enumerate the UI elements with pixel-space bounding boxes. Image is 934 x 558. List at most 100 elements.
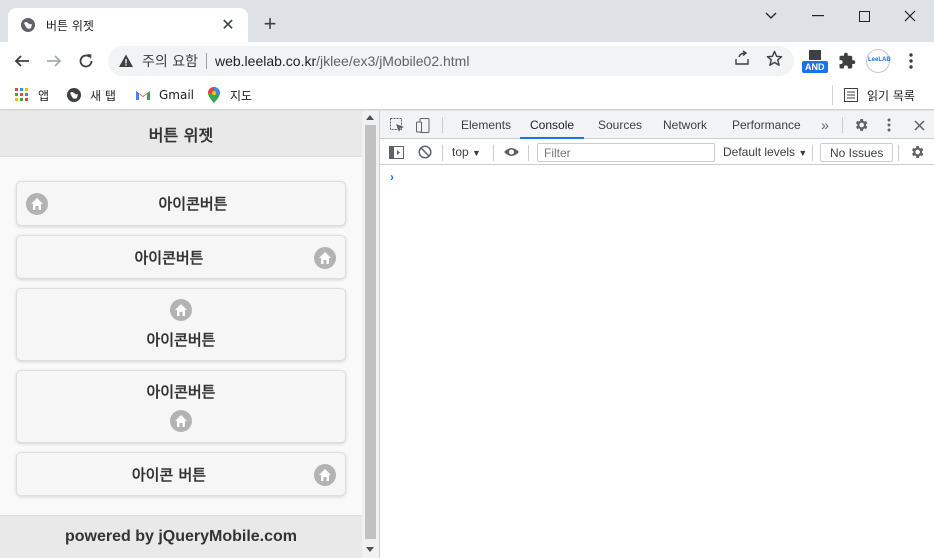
console-filter-input[interactable]	[537, 143, 715, 162]
gear-icon	[911, 146, 924, 158]
forward-button[interactable]	[43, 50, 65, 72]
minimize-button[interactable]	[795, 0, 841, 32]
toolbar-separator	[493, 145, 494, 161]
button-label: 아이콘버튼	[146, 383, 216, 401]
new-tab-button[interactable]: +	[258, 13, 282, 37]
device-icon	[415, 117, 429, 133]
devtools-panel: Elements Console Sources Network Perform…	[379, 111, 934, 558]
page-header: 버튼 위젯	[0, 111, 362, 157]
address-bar[interactable]: 주의 요함 web.leelab.co.kr/jklee/ex3/jMobile…	[108, 46, 794, 76]
button-label: 아이콘버튼	[146, 331, 216, 349]
bookmarks-divider	[832, 85, 833, 105]
kebab-menu-icon	[887, 118, 891, 132]
devtools-close-button[interactable]	[910, 116, 928, 134]
url-text: web.leelab.co.kr/jklee/ex3/jMobile02.htm…	[215, 53, 469, 69]
context-label: top	[452, 145, 469, 159]
close-icon	[904, 10, 916, 22]
context-selector[interactable]: top ▼	[452, 145, 481, 159]
globe-icon	[21, 18, 35, 32]
clear-console-button[interactable]	[416, 143, 434, 161]
reload-button[interactable]	[75, 50, 97, 72]
devtools-settings-button[interactable]	[852, 116, 870, 134]
icon-button-top[interactable]: 아이콘버튼	[16, 288, 346, 361]
show-sidebar-button[interactable]	[387, 143, 405, 161]
more-tabs-button[interactable]: »	[816, 116, 834, 134]
devtools-tab-bar: Elements Console Sources Network Perform…	[380, 111, 934, 139]
tab-separator	[442, 117, 443, 133]
dropdown-arrow-icon: ▼	[798, 148, 808, 158]
kebab-menu-icon	[909, 53, 913, 69]
reading-list-button[interactable]: 읽기 목록	[843, 85, 915, 105]
icon-button-right-spaced[interactable]: 아이콘 버튼	[16, 452, 346, 496]
chrome-menu-button[interactable]	[905, 52, 917, 75]
extensions-button[interactable]	[838, 52, 856, 75]
toolbar-separator	[812, 145, 813, 161]
sidebar-icon	[388, 145, 404, 159]
live-expression-button[interactable]	[502, 143, 520, 161]
profile-avatar[interactable]: LeeLAB	[866, 49, 891, 73]
tab-performance[interactable]: Performance	[730, 111, 803, 139]
bookmark-new-tab-label: 새 탭	[90, 88, 116, 103]
home-icon	[314, 464, 336, 486]
extension-and[interactable]: AND	[801, 49, 829, 80]
omnibox-separator	[205, 53, 207, 69]
tab-search-button[interactable]	[748, 0, 794, 32]
reading-list-icon	[843, 87, 859, 103]
close-window-button[interactable]	[887, 0, 933, 32]
bookmarks-bar: 앱 새 탭 Gmail 지도 읽기 목록	[0, 80, 934, 110]
maximize-button[interactable]	[841, 0, 887, 32]
devtools-menu-button[interactable]	[880, 116, 898, 134]
scroll-down-arrow-icon[interactable]	[366, 547, 374, 552]
scroll-up-arrow-icon[interactable]	[366, 115, 374, 120]
eye-icon	[503, 148, 519, 156]
minimize-icon	[812, 15, 824, 17]
tab-close-icon[interactable]: ✕	[220, 15, 236, 35]
page-footer: powered by jQueryMobile.com	[0, 515, 362, 558]
device-toolbar-button[interactable]	[414, 116, 432, 134]
map-pin-icon	[206, 87, 222, 103]
issues-button[interactable]: No Issues	[820, 143, 894, 162]
browser-tab[interactable]: 버튼 위젯 ✕	[8, 8, 248, 42]
share-button[interactable]	[733, 49, 751, 67]
bookmark-gmail[interactable]: Gmail	[135, 85, 194, 105]
bookmark-new-tab[interactable]: 새 탭	[66, 85, 116, 105]
tab-title: 버튼 위젯	[46, 18, 94, 33]
bookmark-apps-label: 앱	[38, 88, 50, 103]
console-settings-button[interactable]	[908, 143, 926, 161]
console-toolbar: top ▼ Default levels ▼ No Issues	[380, 139, 934, 165]
arrow-left-icon	[14, 55, 29, 67]
bookmark-apps[interactable]: 앱	[14, 85, 49, 105]
tab-elements[interactable]: Elements	[459, 111, 513, 139]
toolbar-separator	[442, 145, 443, 161]
toolbar-separator	[528, 145, 529, 161]
globe-icon	[66, 87, 82, 103]
bookmark-maps[interactable]: 지도	[206, 85, 252, 105]
gear-icon	[855, 119, 868, 131]
log-levels-dropdown[interactable]: Default levels ▼	[723, 145, 807, 159]
gmail-icon	[135, 87, 151, 103]
button-label: 아이콘 버튼	[131, 465, 207, 484]
page-scrollbar[interactable]	[362, 111, 379, 558]
browser-toolbar: 주의 요함 web.leelab.co.kr/jklee/ex3/jMobile…	[0, 42, 934, 80]
tab-console[interactable]: Console	[520, 111, 585, 139]
icon-button-bottom[interactable]: 아이콘버튼	[16, 370, 346, 443]
console-prompt[interactable]: ›	[390, 170, 394, 184]
url-host: web.leelab.co.kr	[214, 53, 317, 69]
inspect-element-button[interactable]	[388, 116, 406, 134]
apps-grid-icon	[14, 87, 30, 103]
share-icon	[735, 50, 749, 65]
scrollbar-thumb[interactable]	[365, 125, 376, 539]
back-button[interactable]	[11, 50, 33, 72]
puzzle-icon	[839, 52, 856, 69]
tab-sources[interactable]: Sources	[596, 111, 644, 139]
bookmark-star-button[interactable]	[765, 49, 783, 67]
icon-button-left[interactable]: 아이콘버튼	[16, 181, 346, 226]
close-icon	[913, 119, 925, 131]
icon-button-right[interactable]: 아이콘버튼	[16, 235, 346, 279]
star-icon	[766, 50, 782, 66]
home-icon	[26, 193, 48, 215]
tab-network[interactable]: Network	[661, 111, 709, 139]
home-icon	[314, 247, 336, 269]
tab-strip: 버튼 위젯 ✕ +	[0, 0, 934, 42]
inspect-icon	[389, 117, 404, 132]
